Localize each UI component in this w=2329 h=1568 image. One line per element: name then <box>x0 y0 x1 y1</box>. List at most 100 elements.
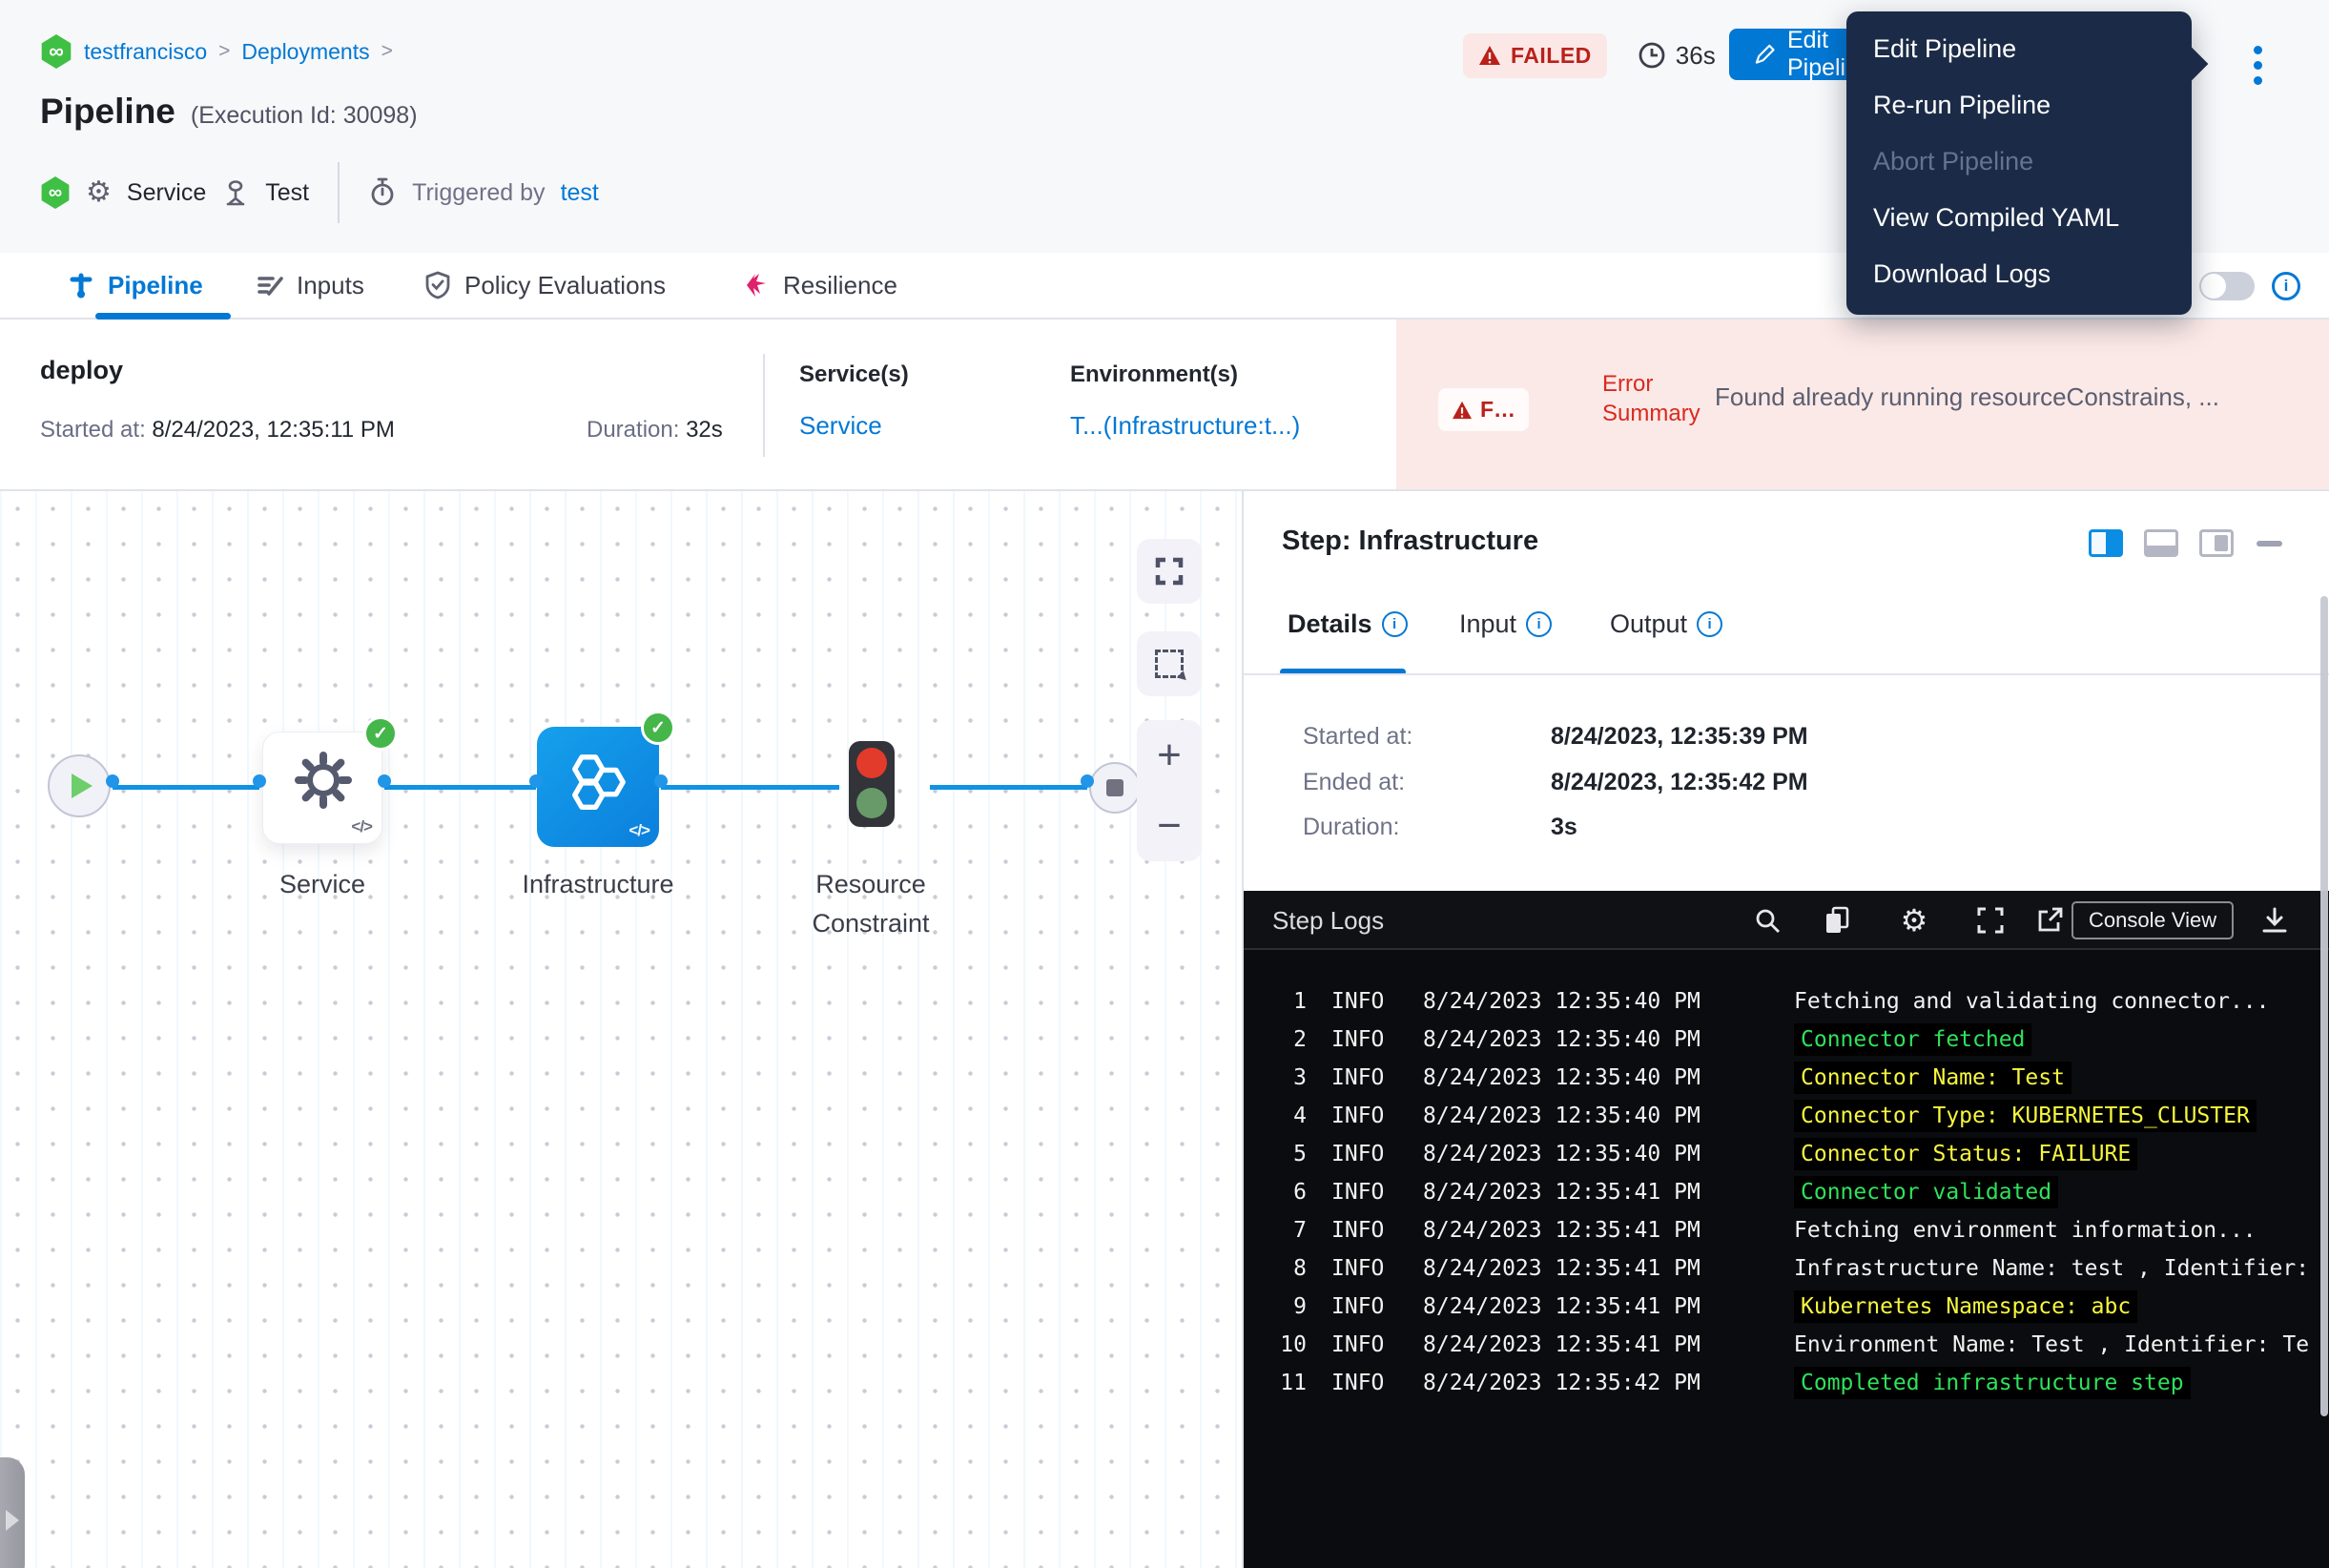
pipeline-end-node[interactable] <box>1089 762 1141 814</box>
copy-logs-button[interactable] <box>1821 904 1853 937</box>
node-infrastructure[interactable]: ✓ </> <box>537 727 659 847</box>
download-icon <box>2260 906 2289 935</box>
tab-resilience[interactable]: Resilience <box>742 253 897 318</box>
panel-tab-output[interactable]: Output i <box>1610 609 1722 639</box>
canvas-marquee-select-button[interactable] <box>1137 631 1202 696</box>
layout-minimized-view-button[interactable] <box>2199 529 2234 557</box>
service-link[interactable]: Service <box>799 411 882 441</box>
triggered-by-value[interactable]: test <box>561 179 599 207</box>
environment-icon <box>221 178 250 207</box>
pipeline-start-node[interactable] <box>48 754 111 817</box>
log-line: 6INFO8/24/2023 12:35:41 PMConnector vali… <box>1244 1173 2329 1211</box>
view-toggle-switch[interactable] <box>2199 272 2255 300</box>
log-fullscreen-button[interactable] <box>1974 904 2007 937</box>
services-column-header: Service(s) <box>799 361 909 388</box>
log-settings-button[interactable]: ⚙ <box>1898 904 1930 937</box>
breadcrumb-project-link[interactable]: testfrancisco <box>84 39 207 65</box>
pipeline-graph-canvas: ✓ </> ✓ </> Service Infrastructure Resou… <box>0 491 1242 1568</box>
chevron-right-icon: > <box>381 40 393 63</box>
pipeline-tab-icon <box>67 271 95 299</box>
error-summary-message: Found already running resourceConstrains… <box>1715 382 2306 412</box>
menu-item-view-compiled-yaml[interactable]: View Compiled YAML <box>1846 190 2192 246</box>
node-service[interactable]: ✓ </> <box>262 732 382 844</box>
started-at-value: 8/24/2023, 12:35:11 PM <box>152 417 394 443</box>
download-logs-button[interactable] <box>2258 904 2291 937</box>
triggered-by-label: Triggered by <box>412 179 545 207</box>
tab-policy-evaluations[interactable]: Policy Evaluations <box>423 253 666 318</box>
log-line: 1INFO8/24/2023 12:35:40 PMFetching and v… <box>1244 982 2329 1021</box>
code-icon: </> <box>351 817 372 836</box>
pencil-icon <box>1754 43 1776 66</box>
clock-icon <box>1638 41 1666 70</box>
edge-connector-dot <box>106 774 119 788</box>
info-icon[interactable]: i <box>1526 611 1552 637</box>
zoom-out-button[interactable]: − <box>1137 791 1202 861</box>
pipeline-actions-menu: Edit Pipeline Re-run Pipeline Abort Pipe… <box>1846 11 2192 315</box>
edge-connector-dot <box>529 774 543 788</box>
more-options-kebab-button[interactable] <box>2243 38 2272 92</box>
panel-tab-details[interactable]: Details i <box>1288 609 1408 639</box>
test-meta-label: Test <box>265 179 309 207</box>
console-view-button[interactable]: Console View <box>2071 901 2234 939</box>
menu-item-edit-pipeline[interactable]: Edit Pipeline <box>1846 21 2192 77</box>
log-search-button[interactable] <box>1751 904 1783 937</box>
detail-started-value: 8/24/2023, 12:35:39 PM <box>1551 723 1808 751</box>
tab-pipeline[interactable]: Pipeline <box>67 253 203 318</box>
environment-link[interactable]: T...(Infrastructure:t...) <box>1070 411 1300 441</box>
canvas-zoom-controls: + − <box>1137 720 1202 861</box>
stage-summary-bar: deploy Started at: 8/24/2023, 12:35:11 P… <box>0 320 2329 491</box>
error-status-badge: F… <box>1438 388 1529 431</box>
menu-item-download-logs[interactable]: Download Logs <box>1846 246 2192 302</box>
node-label-infrastructure: Infrastructure <box>522 870 673 899</box>
graph-edge <box>661 785 839 790</box>
zoom-in-button[interactable]: + <box>1137 720 1202 791</box>
active-tab-underline <box>95 313 231 320</box>
info-icon[interactable]: i <box>2272 272 2300 300</box>
panel-scrollbar[interactable] <box>2320 596 2328 1416</box>
stage-divider <box>763 354 765 457</box>
stage-started-at: Started at: 8/24/2023, 12:35:11 PM <box>40 417 395 444</box>
log-line: 4INFO8/24/2023 12:35:40 PMConnector Type… <box>1244 1097 2329 1135</box>
meta-divider <box>338 162 340 223</box>
copy-icon <box>1822 905 1852 936</box>
detail-duration-value: 3s <box>1551 814 1577 841</box>
step-details-panel: Step: Infrastructure Details i Input i O… <box>1244 491 2329 1568</box>
log-line: 5INFO8/24/2023 12:35:40 PMConnector Stat… <box>1244 1135 2329 1173</box>
step-panel-title: Step: Infrastructure <box>1282 526 1538 557</box>
menu-item-rerun-pipeline[interactable]: Re-run Pipeline <box>1846 77 2192 134</box>
collapse-panel-button[interactable] <box>2257 541 2282 547</box>
header-status-cluster: FAILED 36s <box>1463 29 1716 82</box>
layout-bottom-view-button[interactable] <box>2144 529 2178 557</box>
harness-logo-icon: ∞ <box>40 34 72 69</box>
info-icon[interactable]: i <box>1382 611 1408 637</box>
status-badge-label: FAILED <box>1511 43 1592 69</box>
step-logs-toolbar: Step Logs ⚙ <box>1244 891 2329 950</box>
node-resource-constraint[interactable] <box>849 741 895 827</box>
external-link-icon <box>2035 906 2064 935</box>
layout-right-view-button[interactable] <box>2089 529 2123 557</box>
stage-name[interactable]: deploy <box>40 356 123 385</box>
log-line: 11INFO8/24/2023 12:35:42 PMCompleted inf… <box>1244 1364 2329 1402</box>
edge-connector-dot <box>1081 774 1094 788</box>
log-line: 7INFO8/24/2023 12:35:41 PMFetching envir… <box>1244 1211 2329 1249</box>
info-icon[interactable]: i <box>1697 611 1722 637</box>
warning-triangle-icon <box>1478 45 1501 66</box>
traffic-light-red <box>856 748 887 778</box>
detail-started-label: Started at: <box>1303 723 1412 751</box>
error-summary-zone: F… Error Summary Found already running r… <box>1396 320 2329 489</box>
stopwatch-icon <box>368 177 397 208</box>
node-label-resource: Resource <box>815 870 926 899</box>
breadcrumb: ∞ testfrancisco > Deployments > <box>40 34 393 69</box>
log-line: 10INFO8/24/2023 12:35:41 PMEnvironment N… <box>1244 1326 2329 1364</box>
canvas-fullscreen-button[interactable] <box>1137 539 1202 604</box>
detail-duration-label: Duration: <box>1303 814 1399 841</box>
left-panel-expander[interactable] <box>0 1457 25 1568</box>
open-logs-new-tab-button[interactable] <box>2033 904 2066 937</box>
panel-tab-input-label: Input <box>1459 609 1516 639</box>
node-label-service: Service <box>279 870 365 899</box>
panel-tab-input[interactable]: Input i <box>1459 609 1552 639</box>
tab-inputs[interactable]: Inputs <box>256 253 364 318</box>
environments-column-header: Environment(s) <box>1070 361 1238 388</box>
breadcrumb-deployments-link[interactable]: Deployments <box>241 39 369 65</box>
started-at-label: Started at: <box>40 417 152 443</box>
